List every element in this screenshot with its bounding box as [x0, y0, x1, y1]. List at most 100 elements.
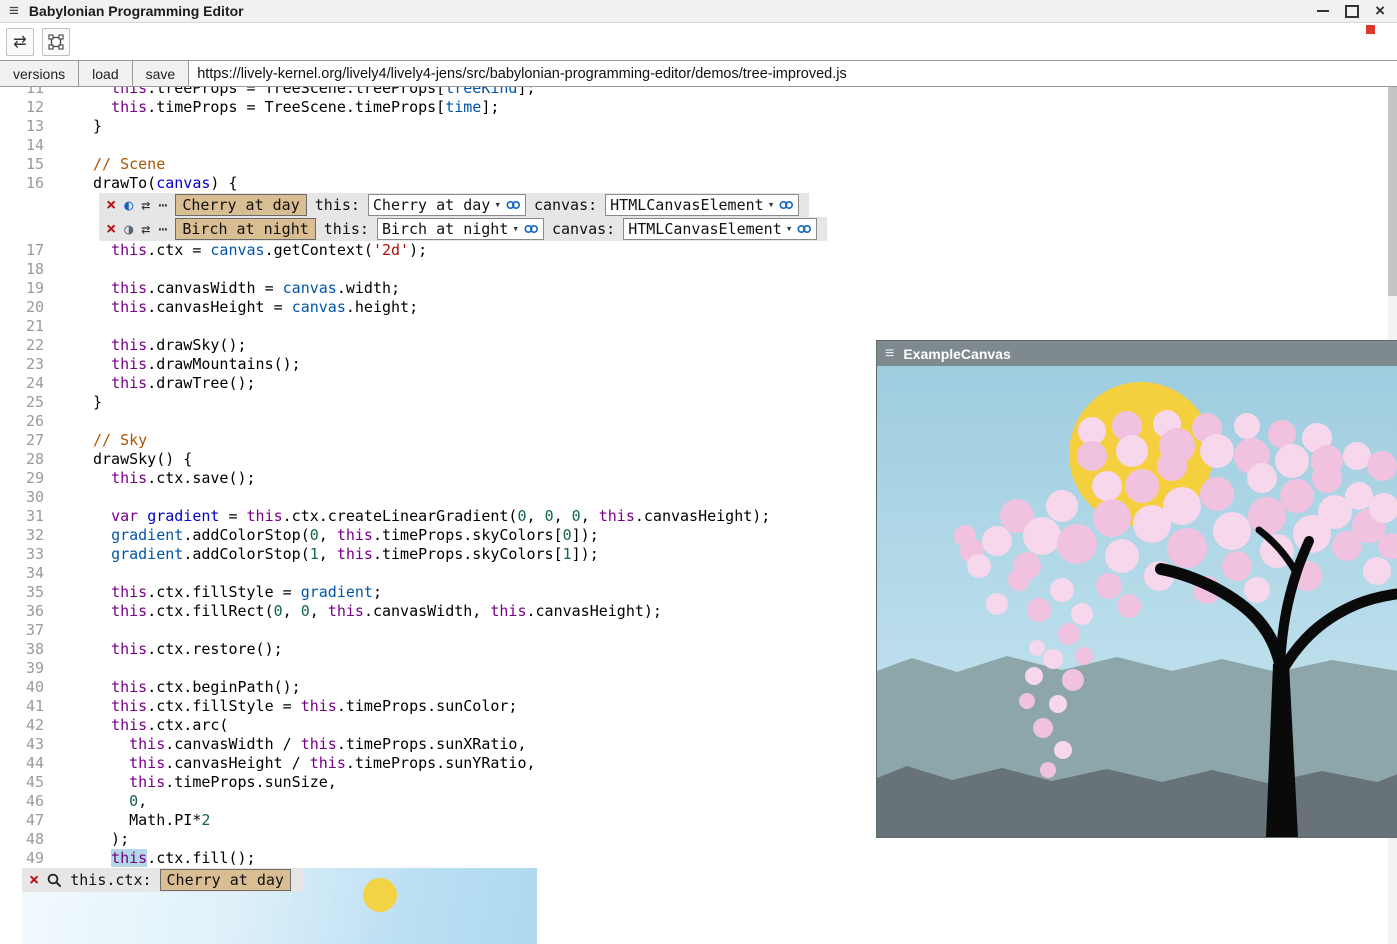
example-row-birch: × ◑ ⇄ ⋯ Birch at night this: Birch at ni…	[99, 217, 827, 241]
window-titlebar: ≡ Babylonian Programming Editor ×	[0, 0, 1397, 23]
example-toggle-icon[interactable]: ◐	[124, 196, 133, 214]
menu-icon[interactable]: ≡	[885, 345, 894, 363]
line-number: 41	[0, 697, 44, 716]
tree-scene-canvas	[877, 366, 1397, 837]
save-button[interactable]: save	[133, 61, 190, 86]
code-line[interactable]: 14	[0, 136, 1388, 155]
line-number: 34	[0, 564, 44, 583]
line-number: 33	[0, 545, 44, 564]
line-number: 12	[0, 98, 44, 117]
load-button[interactable]: load	[79, 61, 132, 86]
line-number: 35	[0, 583, 44, 602]
switch-example-icon[interactable]: ⇄	[141, 220, 150, 238]
line-number: 23	[0, 355, 44, 374]
canvas-value-dropdown[interactable]: HTMLCanvasElement ▾	[605, 194, 799, 216]
this-value-dropdown[interactable]: Cherry at day ▾	[368, 194, 526, 216]
line-number: 32	[0, 526, 44, 545]
more-options-icon[interactable]: ⋯	[158, 196, 167, 214]
example-row-cherry: × ◐ ⇄ ⋯ Cherry at day this: Cherry at da…	[99, 193, 809, 217]
this-value-dropdown[interactable]: Birch at night ▾	[377, 218, 544, 240]
link-icon[interactable]	[796, 223, 812, 235]
probe-sun-preview	[363, 878, 397, 912]
param-label-canvas: canvas:	[534, 196, 597, 214]
line-number: 20	[0, 298, 44, 317]
line-number: 27	[0, 431, 44, 450]
line-number: 30	[0, 488, 44, 507]
link-icon[interactable]	[505, 199, 521, 211]
line-number: 38	[0, 640, 44, 659]
minimize-icon[interactable]	[1317, 10, 1329, 12]
dropdown-value: HTMLCanvasElement	[628, 219, 782, 239]
code-line[interactable]: 18	[0, 260, 1388, 279]
delete-example-icon[interactable]: ×	[106, 221, 116, 238]
line-number: 45	[0, 773, 44, 792]
example-annotations: × ◐ ⇄ ⋯ Cherry at day this: Cherry at da…	[99, 193, 1388, 241]
line-number: 14	[0, 136, 44, 155]
line-number: 22	[0, 336, 44, 355]
line-number: 13	[0, 117, 44, 136]
example-name-field[interactable]: Birch at night	[175, 218, 315, 240]
link-icon[interactable]	[523, 223, 539, 235]
magnifier-icon[interactable]	[47, 873, 62, 888]
line-number: 25	[0, 393, 44, 412]
more-options-icon[interactable]: ⋯	[158, 220, 167, 238]
swap-button[interactable]: ⇄	[6, 28, 34, 56]
line-number: 15	[0, 155, 44, 174]
line-number: 46	[0, 792, 44, 811]
line-number: 43	[0, 735, 44, 754]
line-number: 48	[0, 830, 44, 849]
example-name-field[interactable]: Cherry at day	[175, 194, 306, 216]
probe-widget: × this.ctx: Cherry at day	[22, 868, 537, 944]
line-number: 16	[0, 174, 44, 193]
url-bar: versions load save https://lively-kernel…	[0, 60, 1397, 87]
close-icon[interactable]: ×	[1375, 4, 1385, 18]
maximize-icon[interactable]	[1345, 5, 1359, 18]
code-line[interactable]: 11 this.treeProps = TreeScene.treeProps[…	[0, 86, 1388, 98]
code-line[interactable]: 16drawTo(canvas) {	[0, 174, 1388, 193]
chevron-down-icon: ▾	[512, 219, 519, 239]
code-line[interactable]: 20 this.canvasHeight = canvas.height;	[0, 298, 1388, 317]
line-number: 49	[0, 849, 44, 868]
param-label-canvas: canvas:	[552, 220, 615, 238]
probe-example-name[interactable]: Cherry at day	[160, 869, 291, 891]
halo-bounds-button[interactable]	[42, 28, 70, 56]
dropdown-value: Birch at night	[382, 219, 508, 239]
code-line[interactable]: 12 this.timeProps = TreeScene.timeProps[…	[0, 98, 1388, 117]
line-number: 36	[0, 602, 44, 621]
line-number: 31	[0, 507, 44, 526]
code-line[interactable]: 21	[0, 317, 1388, 336]
example-canvas-body	[877, 366, 1397, 837]
probe-expression-label: this.ctx:	[70, 871, 151, 889]
chevron-down-icon: ▾	[768, 195, 775, 215]
url-input[interactable]: https://lively-kernel.org/lively4/lively…	[189, 61, 1397, 86]
editor-toolbar: ⇄	[0, 23, 1397, 60]
line-number: 17	[0, 241, 44, 260]
code-line[interactable]: 17 this.ctx = canvas.getContext('2d');	[0, 241, 1388, 260]
code-line[interactable]: 19 this.canvasWidth = canvas.width;	[0, 279, 1388, 298]
delete-probe-icon[interactable]: ×	[29, 872, 39, 889]
delete-example-icon[interactable]: ×	[106, 197, 116, 214]
versions-button[interactable]: versions	[0, 61, 79, 86]
param-label-this: this:	[324, 220, 369, 238]
menu-icon[interactable]: ≡	[9, 0, 19, 22]
code-line[interactable]: 13}	[0, 117, 1388, 136]
param-label-this: this:	[315, 196, 360, 214]
window-title: Babylonian Programming Editor	[29, 3, 244, 19]
chevron-down-icon: ▾	[786, 219, 793, 239]
example-canvas-window[interactable]: ≡ ExampleCanvas	[876, 340, 1397, 838]
probe-row: × this.ctx: Cherry at day	[22, 868, 303, 892]
unsaved-indicator	[1366, 25, 1375, 34]
example-canvas-titlebar[interactable]: ≡ ExampleCanvas	[877, 341, 1397, 366]
link-icon[interactable]	[778, 199, 794, 211]
line-number: 26	[0, 412, 44, 431]
canvas-value-dropdown[interactable]: HTMLCanvasElement ▾	[623, 218, 817, 240]
dropdown-value: HTMLCanvasElement	[610, 195, 764, 215]
code-line[interactable]: 49 this.ctx.fill();	[0, 849, 1388, 868]
code-line[interactable]: 15// Scene	[0, 155, 1388, 174]
example-toggle-icon[interactable]: ◑	[124, 220, 133, 238]
switch-example-icon[interactable]: ⇄	[141, 196, 150, 214]
scrollbar-thumb[interactable]	[1388, 86, 1397, 296]
line-number: 29	[0, 469, 44, 488]
line-number: 39	[0, 659, 44, 678]
line-number: 42	[0, 716, 44, 735]
